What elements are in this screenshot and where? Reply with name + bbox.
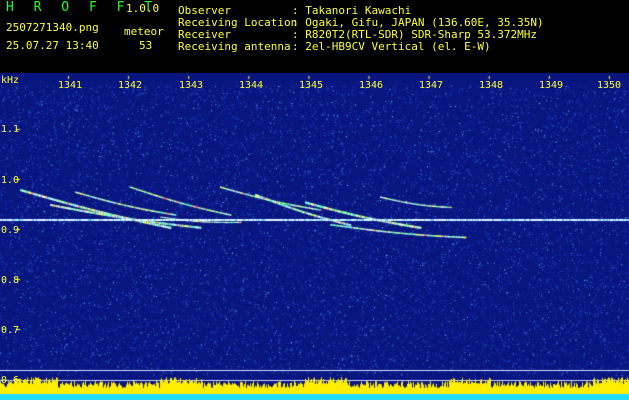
x-tick-label: 1341 (58, 80, 83, 91)
y-tick-label: 1.0 (1, 175, 20, 186)
x-tick-label: 1345 (299, 80, 324, 91)
y-tick-label: 0.9 (1, 225, 20, 236)
x-tick-label: 1344 (239, 80, 264, 91)
y-tick-label: 0.8 (1, 275, 20, 286)
y-unit-label: kHz (1, 75, 20, 86)
antenna-value: : 2el-HB9CV Vertical (el. E-W) (292, 40, 491, 53)
x-tick-label: 1346 (359, 80, 384, 91)
y-tick-label: 1.1 (1, 124, 20, 135)
spectrogram-canvas (0, 73, 629, 400)
date-time: 25.07.27 13:40 (6, 39, 99, 52)
file-name: 2507271340.png (6, 21, 99, 34)
x-tick-label: 1342 (118, 80, 143, 91)
x-tick-label: 1343 (179, 80, 204, 91)
meteor-label: meteor (124, 25, 164, 38)
x-tick-label: 1350 (597, 80, 622, 91)
y-tick-label: 0.7 (1, 325, 20, 336)
x-tick-label: 1348 (479, 80, 504, 91)
meteor-count: 53 (139, 39, 153, 52)
app-version: 1.0.0 (126, 2, 160, 15)
antenna-label: Receiving antenna (178, 40, 291, 53)
spectrogram: kHz 1.1 1.0 0.9 0.8 0.7 0.6 1341 1342 13… (0, 73, 629, 400)
header: H R O F F T 1.0.0 2507271340.png 25.07.2… (0, 0, 629, 72)
y-tick-label: 0.6 (1, 375, 20, 386)
x-tick-label: 1349 (539, 80, 564, 91)
x-tick-label: 1347 (419, 80, 444, 91)
